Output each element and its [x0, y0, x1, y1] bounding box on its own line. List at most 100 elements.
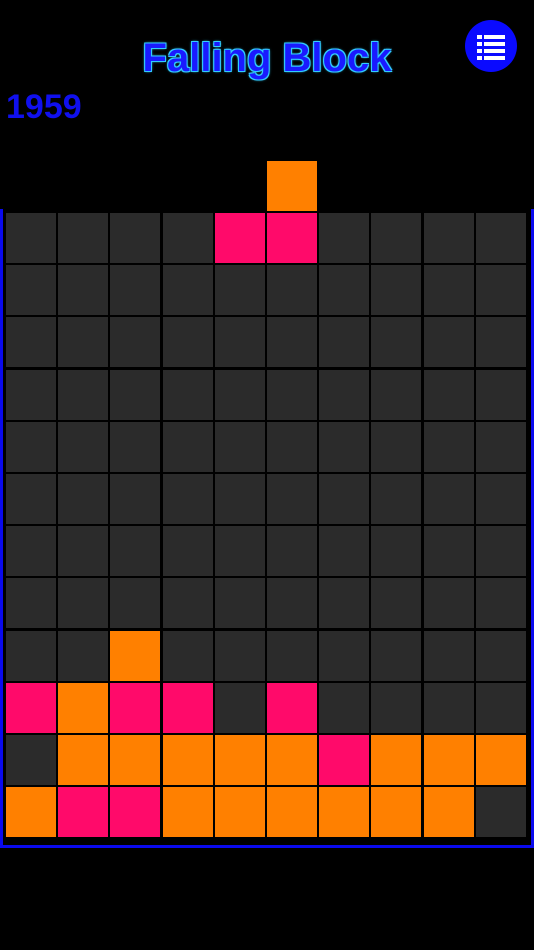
board-cell-empty	[371, 683, 421, 733]
board-cell-empty	[371, 317, 421, 367]
board-cell-empty	[476, 526, 526, 576]
board-cell-empty	[267, 370, 317, 420]
board-cell-empty	[424, 370, 474, 420]
list-icon	[477, 35, 505, 60]
board-cell-empty	[267, 578, 317, 628]
board-cell-empty	[163, 474, 213, 524]
block-orange	[110, 631, 160, 681]
block-orange	[267, 787, 317, 837]
board-cell-empty	[58, 526, 108, 576]
board-cell-empty	[215, 526, 265, 576]
block-pink	[267, 683, 317, 733]
board-cell-empty	[6, 317, 56, 367]
game-title: Falling Block	[142, 36, 392, 80]
board-cell-empty	[215, 474, 265, 524]
board-cell-empty	[110, 265, 160, 315]
board-cell-empty	[424, 265, 474, 315]
board-cell-empty	[110, 370, 160, 420]
board-cell-empty	[371, 631, 421, 681]
board-cell-empty	[58, 370, 108, 420]
board-cell-empty	[267, 317, 317, 367]
board-cell-empty	[319, 370, 369, 420]
board-cell-empty	[58, 317, 108, 367]
block-pink	[319, 735, 369, 785]
board-cell-empty	[476, 631, 526, 681]
board-cell-empty	[424, 526, 474, 576]
board-cell-empty	[424, 631, 474, 681]
board-cell-empty	[58, 422, 108, 472]
falling-block-orange	[267, 161, 317, 211]
board-cell-empty	[58, 578, 108, 628]
board-cell-empty	[6, 631, 56, 681]
board-cell-empty	[6, 578, 56, 628]
block-orange	[6, 787, 56, 837]
board-cell-empty	[424, 683, 474, 733]
board-cell-empty	[110, 578, 160, 628]
board-cell-empty	[6, 370, 56, 420]
board-cell-empty	[267, 526, 317, 576]
board-cell-empty	[476, 683, 526, 733]
board-cell-empty	[476, 474, 526, 524]
board-cell-empty	[163, 578, 213, 628]
block-pink	[163, 683, 213, 733]
board-cell-empty	[110, 422, 160, 472]
board-cell-empty	[215, 370, 265, 420]
block-orange	[319, 787, 369, 837]
board-cell-empty	[163, 370, 213, 420]
board-cell-empty	[424, 474, 474, 524]
board-cell-empty	[215, 422, 265, 472]
board-cell-empty	[6, 474, 56, 524]
block-orange	[215, 735, 265, 785]
board-cell-empty	[267, 265, 317, 315]
game-board-grid[interactable]	[6, 213, 528, 841]
board-cell-empty	[267, 422, 317, 472]
block-orange	[476, 735, 526, 785]
falling-piece	[6, 161, 528, 265]
board-cell-empty	[215, 265, 265, 315]
board-cell-empty	[476, 265, 526, 315]
board-cell-empty	[371, 265, 421, 315]
board-cell-empty	[371, 474, 421, 524]
block-orange	[58, 735, 108, 785]
board-cell-empty	[319, 317, 369, 367]
board-cell-empty	[424, 422, 474, 472]
board-cell-empty	[163, 317, 213, 367]
board-cell-empty	[163, 422, 213, 472]
score-display: 1959	[6, 88, 82, 126]
board-cell-empty	[319, 683, 369, 733]
block-orange	[424, 787, 474, 837]
board-cell-empty	[163, 631, 213, 681]
board-cell-empty	[371, 422, 421, 472]
board-cell-empty	[476, 370, 526, 420]
board-cell-empty	[215, 683, 265, 733]
block-orange	[58, 683, 108, 733]
board-cell-empty	[319, 422, 369, 472]
board-cell-empty	[163, 526, 213, 576]
board-cell-empty	[163, 265, 213, 315]
board-cell-empty	[6, 265, 56, 315]
board-cell-empty	[267, 631, 317, 681]
block-orange	[424, 735, 474, 785]
board-cell-empty	[110, 474, 160, 524]
block-orange	[267, 735, 317, 785]
board-cell-empty	[110, 317, 160, 367]
board-cell-empty	[319, 474, 369, 524]
board-cell-empty	[319, 526, 369, 576]
menu-button[interactable]	[465, 20, 517, 72]
block-pink	[58, 787, 108, 837]
board-cell-empty	[319, 631, 369, 681]
board-cell-empty	[58, 631, 108, 681]
board-cell-empty	[215, 317, 265, 367]
board-cell-empty	[215, 578, 265, 628]
board-cell-empty	[6, 526, 56, 576]
board-cell-empty	[58, 265, 108, 315]
board-cell-empty	[476, 422, 526, 472]
block-pink	[110, 787, 160, 837]
block-orange	[163, 735, 213, 785]
board-cell-empty	[319, 265, 369, 315]
board-cell-empty	[371, 526, 421, 576]
board-cell-empty	[476, 317, 526, 367]
board-cell-empty	[215, 631, 265, 681]
board-cell-empty	[6, 735, 56, 785]
board-cell-empty	[424, 578, 474, 628]
